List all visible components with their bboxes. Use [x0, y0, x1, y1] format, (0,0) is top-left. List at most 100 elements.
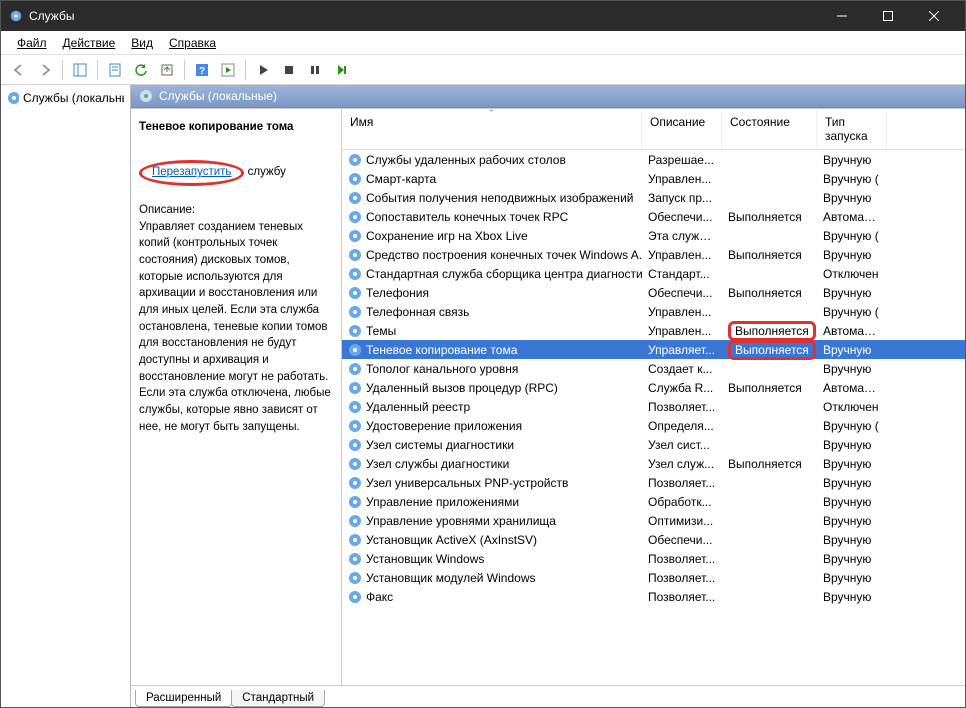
svg-text:?: ?	[199, 66, 205, 77]
pause-service-button[interactable]	[303, 58, 327, 82]
menu-file[interactable]: Файл	[9, 34, 55, 52]
service-row[interactable]: Средство построения конечных точек Windo…	[342, 245, 965, 264]
service-row[interactable]: ТелефонияОбеспечи...ВыполняетсяВручную	[342, 283, 965, 302]
service-name: Теневое копирование тома	[342, 343, 642, 357]
back-button[interactable]	[7, 58, 31, 82]
menu-view[interactable]: Вид	[123, 34, 161, 52]
refresh-button[interactable]	[129, 58, 153, 82]
tab-extended[interactable]: Расширенный	[135, 690, 232, 707]
service-desc: Запуск пр...	[642, 191, 722, 205]
selected-service-title: Теневое копирование тома	[139, 119, 333, 136]
service-row[interactable]: Теневое копирование томаУправляет...Выпо…	[342, 340, 965, 359]
restart-service-link[interactable]: Перезапустить	[152, 166, 231, 178]
forward-button[interactable]	[33, 58, 57, 82]
gear-icon	[348, 381, 362, 395]
column-startup[interactable]: Тип запуска	[817, 109, 887, 149]
stop-service-button[interactable]	[277, 58, 301, 82]
service-row[interactable]: ФаксПозволяет...Вручную	[342, 587, 965, 606]
titlebar[interactable]: Службы	[1, 1, 965, 31]
list-body[interactable]: Службы удаленных рабочих столовРазрешае.…	[342, 150, 965, 685]
service-startup: Вручную (	[817, 172, 887, 186]
gear-icon	[348, 457, 362, 471]
service-row[interactable]: Узел системы диагностикиУзел сист...Вруч…	[342, 435, 965, 454]
restart-service-button[interactable]	[329, 58, 353, 82]
menu-help[interactable]: Справка	[161, 34, 224, 52]
restart-highlight: Перезапустить	[139, 160, 244, 186]
service-row[interactable]: Сопоставитель конечных точек RPCОбеспечи…	[342, 207, 965, 226]
service-desc: Управлен...	[642, 305, 722, 319]
service-name: Узел универсальных PNP-устройств	[342, 476, 642, 490]
toolbar: ?	[1, 55, 965, 85]
service-row[interactable]: Установщик ActiveX (AxInstSV)Обеспечи...…	[342, 530, 965, 549]
service-row[interactable]: Службы удаленных рабочих столовРазрешае.…	[342, 150, 965, 169]
gear-icon	[348, 362, 362, 376]
export-button[interactable]	[155, 58, 179, 82]
service-row[interactable]: Сохранение игр на Xbox LiveЭта служб...В…	[342, 226, 965, 245]
tab-standard[interactable]: Стандартный	[231, 690, 325, 707]
service-row[interactable]: Узел универсальных PNP-устройствПозволяе…	[342, 473, 965, 492]
service-row[interactable]: Стандартная служба сборщика центра диагн…	[342, 264, 965, 283]
service-startup: Автоматич	[817, 210, 887, 224]
service-row[interactable]: Удостоверение приложенияОпределя...Вручн…	[342, 416, 965, 435]
service-desc: Обеспечи...	[642, 286, 722, 300]
view-tabs: Расширенный Стандартный	[131, 685, 965, 707]
service-desc: Позволяет...	[642, 552, 722, 566]
service-name: События получения неподвижных изображени…	[342, 191, 642, 205]
help-button[interactable]: ?	[190, 58, 214, 82]
restart-suffix: службу	[244, 166, 285, 178]
service-name: Средство построения конечных точек Windo…	[342, 248, 642, 262]
start-service-button[interactable]	[251, 58, 275, 82]
service-desc: Служба R...	[642, 381, 722, 395]
properties-button[interactable]	[103, 58, 127, 82]
service-desc: Управлен...	[642, 248, 722, 262]
service-desc: Управлен...	[642, 172, 722, 186]
tree-root[interactable]: Службы (локальные)	[5, 89, 126, 107]
service-name: Установщик модулей Windows	[342, 571, 642, 585]
gear-icon	[348, 476, 362, 490]
gear-icon	[348, 210, 362, 224]
gear-icon	[348, 552, 362, 566]
menu-action[interactable]: Действие	[55, 34, 124, 52]
service-startup: Вручную	[817, 191, 887, 205]
service-row[interactable]: ТемыУправлен...ВыполняетсяАвтоматич	[342, 321, 965, 340]
gear-icon	[348, 172, 362, 186]
state-highlight: Выполняется	[728, 340, 816, 360]
service-desc: Обработк...	[642, 495, 722, 509]
service-name: Стандартная служба сборщика центра диагн…	[342, 267, 642, 281]
service-state: Выполняется	[722, 340, 817, 360]
service-row[interactable]: Управление приложениямиОбработк...Вручну…	[342, 492, 965, 511]
maximize-button[interactable]	[865, 1, 911, 31]
close-button[interactable]	[911, 1, 957, 31]
column-state[interactable]: Состояние	[722, 109, 817, 149]
service-row[interactable]: Установщик WindowsПозволяет...Вручную	[342, 549, 965, 568]
service-desc: Эта служб...	[642, 229, 722, 243]
service-desc: Обеспечи...	[642, 533, 722, 547]
service-row[interactable]: Телефонная связьУправлен...Вручную (	[342, 302, 965, 321]
column-name[interactable]: ⌃Имя	[342, 109, 642, 149]
column-description[interactable]: Описание	[642, 109, 722, 149]
service-row[interactable]: Тополог канального уровняСоздает к...Вру…	[342, 359, 965, 378]
service-state: Выполняется	[722, 210, 817, 224]
gear-icon	[348, 305, 362, 319]
description-label: Описание:	[139, 202, 333, 219]
gear-icon	[348, 267, 362, 281]
service-startup: Вручную (	[817, 305, 887, 319]
service-desc: Управлен...	[642, 324, 722, 338]
service-desc: Оптимизи...	[642, 514, 722, 528]
service-row[interactable]: Узел службы диагностикиУзел служ...Выпол…	[342, 454, 965, 473]
service-desc: Позволяет...	[642, 476, 722, 490]
service-row[interactable]: Удаленный вызов процедур (RPC)Служба R..…	[342, 378, 965, 397]
service-row[interactable]: Смарт-картаУправлен...Вручную (	[342, 169, 965, 188]
gear-icon	[348, 324, 362, 338]
service-name: Факс	[342, 590, 642, 604]
services-list: ⌃Имя Описание Состояние Тип запуска Служ…	[341, 109, 965, 685]
service-name: Службы удаленных рабочих столов	[342, 153, 642, 167]
show-hide-tree-button[interactable]	[68, 58, 92, 82]
minimize-button[interactable]	[819, 1, 865, 31]
service-row[interactable]: Установщик модулей WindowsПозволяет...Вр…	[342, 568, 965, 587]
service-row[interactable]: Удаленный реестрПозволяет...Отключен	[342, 397, 965, 416]
service-row[interactable]: События получения неподвижных изображени…	[342, 188, 965, 207]
service-state: Выполняется	[722, 381, 817, 395]
action-button[interactable]	[216, 58, 240, 82]
service-row[interactable]: Управление уровнями хранилищаОптимизи...…	[342, 511, 965, 530]
